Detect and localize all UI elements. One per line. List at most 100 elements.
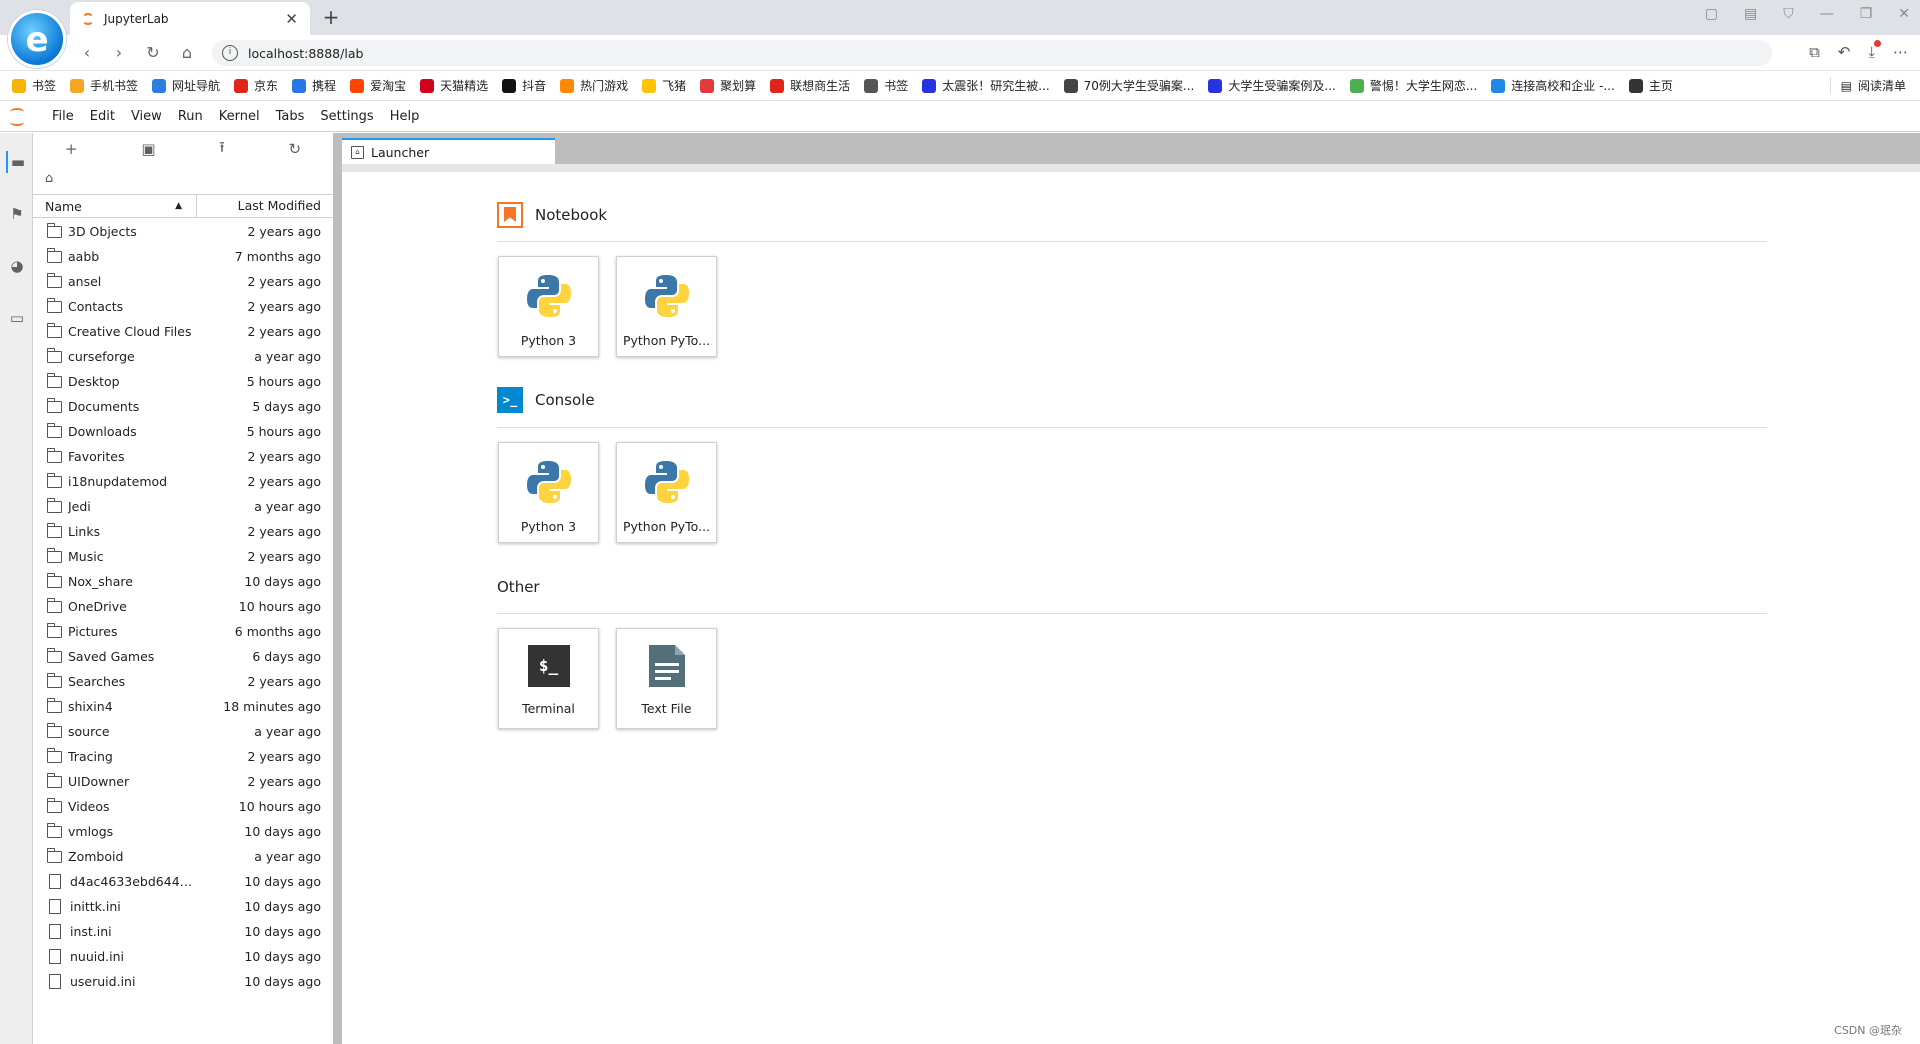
running-icon[interactable]: ⚑ bbox=[6, 203, 28, 225]
file-row[interactable]: Links 2 years ago bbox=[33, 519, 333, 544]
file-row[interactable]: d4ac4633ebd6440fa... 10 days ago bbox=[33, 869, 333, 894]
file-row[interactable]: inittk.ini 10 days ago bbox=[33, 894, 333, 919]
menu-file[interactable]: File bbox=[44, 109, 82, 124]
site-info-icon[interactable]: i bbox=[222, 45, 238, 61]
file-row[interactable]: vmlogs 10 days ago bbox=[33, 819, 333, 844]
bookmark-item[interactable]: 主页 bbox=[1628, 77, 1673, 94]
file-row[interactable]: Pictures 6 months ago bbox=[33, 619, 333, 644]
bookmark-item[interactable]: 太震张！研究生被... bbox=[922, 77, 1050, 94]
file-row[interactable]: UIDowner 2 years ago bbox=[33, 769, 333, 794]
more-menu-icon[interactable]: ⋯ bbox=[1893, 43, 1908, 61]
address-bar[interactable]: i localhost:8888/lab bbox=[212, 40, 1772, 66]
file-row[interactable]: aabb 7 months ago bbox=[33, 244, 333, 269]
download-icon[interactable]: ⤓ bbox=[1868, 40, 1881, 61]
bookmark-favicon-icon bbox=[1208, 78, 1223, 93]
file-row[interactable]: Contacts 2 years ago bbox=[33, 294, 333, 319]
bookmark-item[interactable]: 聚划算 bbox=[700, 77, 756, 94]
bookmark-favicon-icon bbox=[152, 78, 167, 93]
bookmark-item[interactable]: 抖音 bbox=[502, 77, 546, 94]
upload-icon[interactable]: ⭱ bbox=[219, 137, 224, 162]
bookmark-item[interactable]: 携程 bbox=[292, 77, 336, 94]
new-launcher-icon[interactable]: + bbox=[65, 140, 78, 158]
launcher-tab[interactable]: ⌂ Launcher bbox=[342, 138, 555, 164]
reload-icon[interactable]: ↻ bbox=[142, 42, 164, 64]
bookmark-item[interactable]: 联想商生活 bbox=[770, 77, 850, 94]
refresh-icon[interactable]: ↻ bbox=[288, 140, 301, 158]
bookmark-item[interactable]: 书签 bbox=[12, 77, 56, 94]
bookmark-item[interactable]: 警惕！大学生网恋... bbox=[1349, 77, 1477, 94]
file-row[interactable]: source a year ago bbox=[33, 719, 333, 744]
bookmark-item[interactable]: 手机书签 bbox=[70, 77, 138, 94]
bookmark-item[interactable]: 飞猪 bbox=[642, 77, 686, 94]
reading-list-button[interactable]: ▤ 阅读清单 bbox=[1829, 77, 1906, 94]
folder-icon[interactable]: ▬ bbox=[6, 151, 28, 173]
bookmark-item[interactable]: 书签 bbox=[864, 77, 908, 94]
file-row[interactable]: i18nupdatemod 2 years ago bbox=[33, 469, 333, 494]
menu-tabs[interactable]: Tabs bbox=[268, 109, 313, 124]
file-row[interactable]: Creative Cloud Files 2 years ago bbox=[33, 319, 333, 344]
bookmark-item[interactable]: 热门游戏 bbox=[560, 77, 628, 94]
file-row[interactable]: inst.ini 10 days ago bbox=[33, 919, 333, 944]
menu-help[interactable]: Help bbox=[382, 109, 428, 124]
file-row[interactable]: Saved Games 6 days ago bbox=[33, 644, 333, 669]
file-row[interactable]: Jedi a year ago bbox=[33, 494, 333, 519]
extensions-icon[interactable]: ⧉ bbox=[1809, 43, 1820, 61]
bookmark-label: 聚划算 bbox=[720, 79, 757, 93]
bookmark-item[interactable]: 70例大学生受骗案... bbox=[1063, 77, 1194, 94]
home-icon[interactable]: ⌂ bbox=[176, 42, 198, 64]
modified-column-header[interactable]: Last Modified bbox=[197, 195, 333, 217]
close-window-icon[interactable]: ✕ bbox=[1898, 6, 1910, 22]
file-row[interactable]: shixin4 18 minutes ago bbox=[33, 694, 333, 719]
browser-tab[interactable]: JupyterLab ✕ bbox=[70, 2, 310, 35]
file-row[interactable]: Tracing 2 years ago bbox=[33, 744, 333, 769]
menu-view[interactable]: View bbox=[123, 109, 170, 124]
bookmark-item[interactable]: 爱淘宝 bbox=[350, 77, 406, 94]
undo-icon[interactable]: ↶ bbox=[1838, 43, 1851, 61]
terminal-card[interactable]: $_ Terminal bbox=[498, 628, 599, 729]
close-tab-icon[interactable]: ✕ bbox=[285, 10, 298, 28]
sidebar-toggle-icon[interactable]: ▢ bbox=[1705, 6, 1718, 22]
file-row[interactable]: nuuid.ini 10 days ago bbox=[33, 944, 333, 969]
file-row[interactable]: Desktop 5 hours ago bbox=[33, 369, 333, 394]
file-row[interactable]: Nox_share 10 days ago bbox=[33, 569, 333, 594]
file-row[interactable]: Documents 5 days ago bbox=[33, 394, 333, 419]
menu-run[interactable]: Run bbox=[170, 109, 211, 124]
home-breadcrumb-icon[interactable]: ⌂ bbox=[45, 171, 53, 186]
new-folder-icon[interactable]: ▣ bbox=[141, 140, 155, 158]
notebook-python3-card[interactable]: Python 3 bbox=[498, 256, 599, 357]
bookmark-item[interactable]: 京东 bbox=[234, 77, 278, 94]
bookmark-item[interactable]: 天猫精选 bbox=[420, 77, 488, 94]
tabs-icon[interactable]: ▭ bbox=[6, 307, 28, 329]
bookmark-item[interactable]: 连接高校和企业 -... bbox=[1491, 77, 1615, 94]
shirt-icon[interactable]: ⛉ bbox=[1783, 6, 1794, 22]
menu-settings[interactable]: Settings bbox=[312, 109, 381, 124]
console-pytorch-card[interactable]: Python PyTo... bbox=[616, 442, 717, 543]
menu-edit[interactable]: Edit bbox=[82, 109, 123, 124]
file-row[interactable]: OneDrive 10 hours ago bbox=[33, 594, 333, 619]
file-row[interactable]: Downloads 5 hours ago bbox=[33, 419, 333, 444]
console-python3-card[interactable]: Python 3 bbox=[498, 442, 599, 543]
back-icon[interactable]: ‹ bbox=[76, 42, 98, 64]
notebook-pytorch-card[interactable]: Python PyTo... bbox=[616, 256, 717, 357]
file-modified: 2 years ago bbox=[247, 474, 321, 489]
file-row[interactable]: 3D Objects 2 years ago bbox=[33, 219, 333, 244]
forward-icon[interactable]: › bbox=[108, 42, 130, 64]
bookmark-item[interactable]: 大学生受骗案例及... bbox=[1208, 77, 1336, 94]
bookmark-item[interactable]: 网址导航 bbox=[152, 77, 220, 94]
menu-kernel[interactable]: Kernel bbox=[211, 109, 268, 124]
file-row[interactable]: Zomboid a year ago bbox=[33, 844, 333, 869]
new-tab-button[interactable]: + bbox=[318, 4, 344, 30]
file-row[interactable]: ansel 2 years ago bbox=[33, 269, 333, 294]
file-row[interactable]: useruid.ini 10 days ago bbox=[33, 969, 333, 994]
file-row[interactable]: Searches 2 years ago bbox=[33, 669, 333, 694]
minimize-icon[interactable]: — bbox=[1820, 6, 1834, 22]
palette-icon[interactable]: ◕ bbox=[6, 255, 28, 277]
file-row[interactable]: Music 2 years ago bbox=[33, 544, 333, 569]
name-column-header[interactable]: Name ▲ bbox=[33, 195, 197, 217]
file-row[interactable]: Videos 10 hours ago bbox=[33, 794, 333, 819]
restore-icon[interactable]: ❐ bbox=[1860, 6, 1873, 22]
file-row[interactable]: curseforge a year ago bbox=[33, 344, 333, 369]
text-file-card[interactable]: Text File bbox=[616, 628, 717, 729]
file-row[interactable]: Favorites 2 years ago bbox=[33, 444, 333, 469]
tab-manager-icon[interactable]: ▤ bbox=[1744, 6, 1757, 22]
